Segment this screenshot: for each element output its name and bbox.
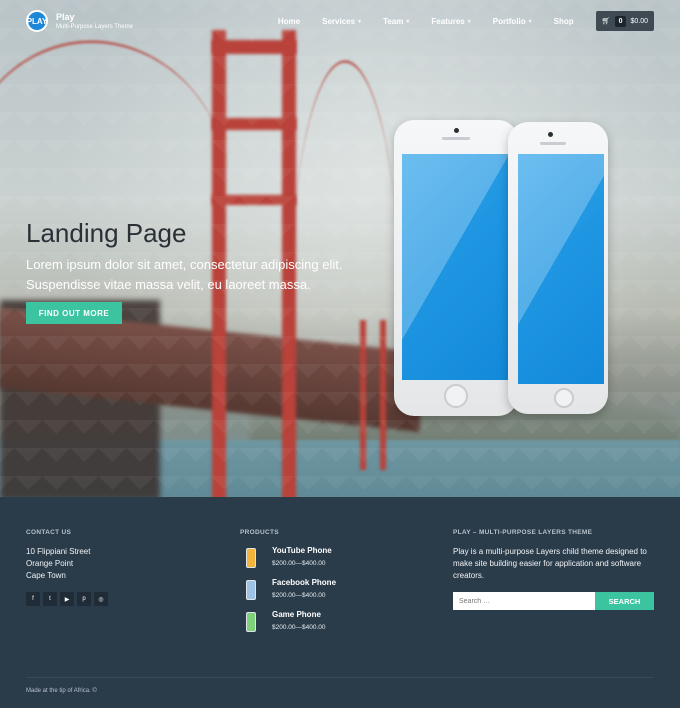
product-price: $200.00—$400.00 [272,592,326,599]
cart-total: $0.00 [630,17,648,25]
contact-title: CONTACT US [26,529,72,536]
product-name[interactable]: Game Phone [272,610,326,619]
phone-image-front [394,120,518,416]
nav-label: Home [277,16,301,26]
search-input[interactable] [453,592,595,610]
phone-screen [402,154,510,380]
pinterest-icon[interactable]: p [77,592,91,606]
chevron-down-icon: ▾ [406,18,410,25]
about-text: Play is a multi-purpose Layers child the… [453,547,647,580]
product-item[interactable]: YouTube Phone $200.00—$400.00 [240,546,336,568]
nav-label: Features [431,16,465,26]
cart-count: 0 [614,15,627,27]
nav-portfolio[interactable]: Portfolio ▾ [493,17,532,26]
nav-label: Services [322,16,356,26]
social-links: f t ▶ p ◎ [26,592,111,606]
nav-home[interactable]: Home [278,17,300,26]
nav-services[interactable]: Services ▾ [322,17,361,26]
phone-screen [518,154,604,384]
chevron-down-icon: ▾ [467,18,471,25]
phone-home-button [554,388,574,408]
copyright-text: Made at the tip of Africa. © [26,688,97,694]
hero-title: Landing Page [26,218,187,248]
product-price: $200.00—$400.00 [272,560,326,567]
about-title: PLAY – MULTI-PURPOSE LAYERS THEME [453,529,593,536]
nav-team[interactable]: Team ▾ [383,17,409,26]
phone-camera [454,128,459,133]
address-line: Orange Point [26,559,74,568]
address: 10 Flippiani Street Orange Point Cape To… [26,546,111,582]
phone-camera [548,132,553,137]
address-line: Cape Town [26,571,66,580]
nav-shop[interactable]: Shop [554,17,574,26]
product-thumbnail[interactable] [246,612,256,632]
product-price: $200.00—$400.00 [272,624,326,631]
dribbble-icon[interactable]: ◎ [94,592,108,606]
chevron-down-icon: ▾ [358,18,362,25]
products-title: PRODUCTS [240,529,279,536]
find-out-more-button[interactable]: FIND OUT MORE [26,302,122,324]
product-thumbnail[interactable] [246,548,256,568]
brand-subtitle: Multi-Purpose Layers Theme [56,24,133,30]
facebook-icon[interactable]: f [26,592,40,606]
youtube-icon[interactable]: ▶ [60,592,74,606]
product-item[interactable]: Game Phone $200.00—$400.00 [240,610,336,632]
products-column: PRODUCTS YouTube Phone $200.00—$400.00 F… [240,529,336,632]
phone-speaker [442,137,470,140]
logo[interactable]: PLAY [26,10,48,32]
chevron-down-icon: ▾ [528,18,532,25]
contact-column: CONTACT US 10 Flippiani Street Orange Po… [26,529,111,606]
phone-home-button [444,384,468,408]
about-column: PLAY – MULTI-PURPOSE LAYERS THEME Play i… [453,529,654,610]
product-name[interactable]: Facebook Phone [272,578,336,587]
product-thumbnail[interactable] [246,580,256,600]
site-header: PLAY Play Multi-Purpose Layers Theme Hom… [0,0,680,42]
search-button[interactable]: SEARCH [595,592,654,610]
brand[interactable]: Play Multi-Purpose Layers Theme [56,12,133,30]
address-line: 10 Flippiani Street [26,547,91,556]
phone-speaker [540,142,566,145]
footer-divider [26,677,654,678]
hero-section: PLAY Play Multi-Purpose Layers Theme Hom… [0,0,680,497]
phone-image-back [508,122,608,414]
nav-features[interactable]: Features ▾ [431,17,470,26]
twitter-icon[interactable]: t [43,592,57,606]
nav-label: Team [383,16,404,26]
cart-icon: 🛒︎ [601,18,611,25]
site-footer: CONTACT US 10 Flippiani Street Orange Po… [0,497,680,708]
brand-title: Play [56,12,75,22]
product-name[interactable]: YouTube Phone [272,546,332,555]
search-form: SEARCH [453,592,654,610]
hero-text: Lorem ipsum dolor sit amet, consectetur … [26,257,343,292]
cart-button[interactable]: 🛒︎ 0 $0.00 [595,11,654,31]
product-item[interactable]: Facebook Phone $200.00—$400.00 [240,578,336,600]
main-nav: Home Services ▾ Team ▾ Features ▾ Portfolio… [256,11,654,31]
nav-label: Portfolio [492,16,526,26]
nav-label: Shop [553,16,574,26]
